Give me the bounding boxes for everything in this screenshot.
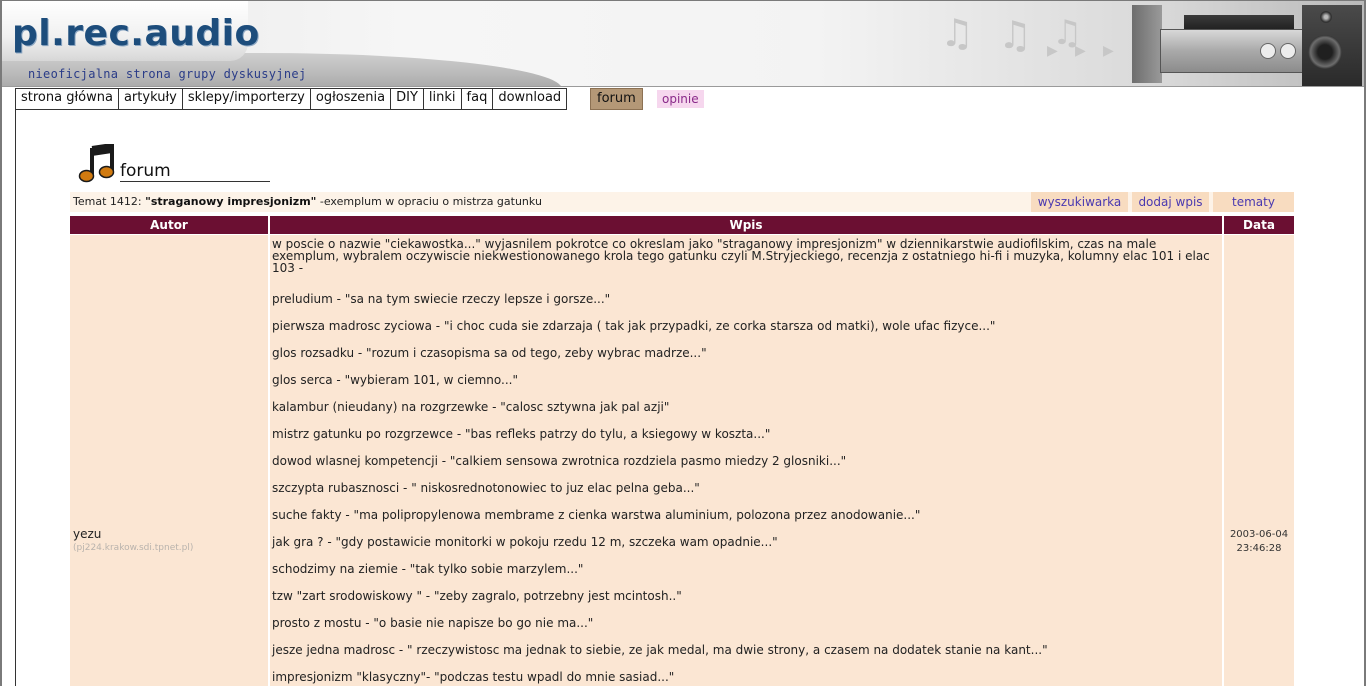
post-line: glos rozsadku - "rozum i czasopisma sa o… [272, 346, 707, 360]
amp-knob [1260, 43, 1276, 59]
nav-home[interactable]: strona główna [16, 89, 119, 109]
column-header-author: Autor [70, 216, 268, 234]
main-nav: strona główna artykuły sklepy/importerzy… [15, 88, 568, 110]
content-border-left [15, 108, 16, 686]
nav-diy[interactable]: DIY [391, 89, 424, 109]
speaker-left [1132, 5, 1162, 83]
post-line: schodzimy na ziemie - "tak tylko sobie m… [272, 562, 584, 576]
post-line: impresjonizm "klasyczny"- "podczas testu… [272, 670, 675, 684]
post-line: preludium - "sa na tym swiecie rzeczy le… [272, 292, 611, 306]
site-tagline: nieoficjalna strona grupy dyskusyjnej [28, 67, 307, 81]
post-line: suche fakty - "ma polipropylenowa membra… [272, 508, 921, 522]
post-line: kalambur (nieudany) na rozgrzewke - "cal… [272, 400, 670, 414]
nav-ads[interactable]: ogłoszenia [311, 89, 392, 109]
banner-divider [2, 86, 1364, 87]
post-line: szczypta rubasznosci - " niskosrednotono… [272, 481, 700, 495]
music-note-icon: ♫ [940, 11, 975, 55]
topic-suffix: -exemplum w opraciu o mistrza gatunku [319, 195, 542, 208]
nav-shops[interactable]: sklepy/importerzy [183, 89, 311, 109]
music-note-icon: ♫ [998, 13, 1033, 57]
topic-name: "straganowy impresjonizm" [145, 195, 317, 208]
author-cell [70, 235, 268, 686]
nav-opinie[interactable]: opinie [657, 90, 704, 108]
post-line: jesze jedna madrosc - " rzeczywistosc ma… [272, 643, 1048, 657]
post-date-day: 2003-06-04 [1229, 529, 1289, 540]
speaker-cone [1308, 35, 1342, 69]
post-line: glos serca - "wybieram 101, w ciemno..." [272, 373, 518, 387]
post-line: dowod wlasnej kompetencji - "calkiem sen… [272, 454, 847, 468]
speaker-tweeter [1320, 11, 1332, 23]
play-arrow-icon: ▶ [1047, 43, 1058, 59]
nav-faq[interactable]: faq [462, 89, 494, 109]
post-line: pierwsza madrosc zyciowa - "i choc cuda … [272, 319, 996, 333]
nav-download[interactable]: download [493, 89, 566, 109]
music-note-icon [78, 144, 115, 183]
post-date: 2003-06-04 23:46:28 [1224, 528, 1294, 556]
post-line: mistrz gatunku po rozgrzewce - "bas refl… [272, 427, 771, 441]
column-header-date: Data [1224, 216, 1294, 234]
window-frame-left [0, 0, 2, 686]
nav-links[interactable]: linki [424, 89, 462, 109]
post-intro: w poscie o nazwie "ciekawostka..." wyjas… [272, 237, 1210, 275]
date-cell [1224, 235, 1294, 686]
stereo-equipment-image [1132, 5, 1364, 86]
play-arrow-icon: ▶ [1075, 43, 1086, 59]
play-arrow-icon: ▶ [1103, 43, 1114, 59]
topic-title: Temat 1412: "straganowy impresjonizm" -e… [73, 195, 542, 208]
site-logo[interactable]: pl.rec.audio [12, 13, 260, 54]
nav-articles[interactable]: artykuły [119, 89, 183, 109]
site-banner: pl.rec.audio nieoficjalna strona grupy d… [2, 1, 1364, 86]
post-line: tzw "zart srodowiskowy " - "zeby zagralo… [272, 589, 682, 603]
topic-prefix: Temat 1412: [73, 195, 142, 208]
search-button[interactable]: wyszukiwarka [1031, 192, 1128, 212]
post-line: jak gra ? - "gdy postawicie monitorki w … [272, 535, 778, 549]
add-post-button[interactable]: dodaj wpis [1132, 192, 1209, 212]
amp-knob [1280, 43, 1296, 59]
topics-button[interactable]: tematy [1213, 192, 1294, 212]
forum-heading: forum [120, 161, 270, 182]
author-name: yezu [73, 527, 102, 541]
post-date-time: 23:46:28 [1236, 543, 1282, 554]
author-host: (pj224.krakow.sdi.tpnet.pl) [73, 543, 194, 553]
column-header-post: Wpis [270, 216, 1222, 234]
post-line: prosto z mostu - "o basie nie napisze bo… [272, 616, 594, 630]
topic-bar: Temat 1412: "straganowy impresjonizm" -e… [70, 192, 1294, 212]
nav-forum[interactable]: forum [590, 88, 643, 110]
